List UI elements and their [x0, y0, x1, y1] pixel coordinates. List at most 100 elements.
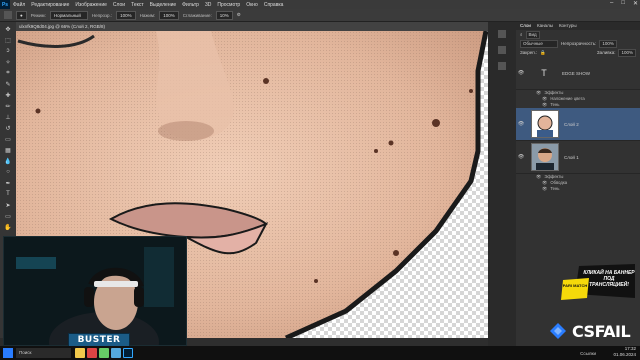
clock-date: 01.06.2024: [613, 352, 636, 357]
promo-banner[interactable]: PARI MATCH КЛИКАЙ НА БАННЕР ПОД ТРАНСЛЯЦ…: [545, 264, 635, 314]
layer-name: Слой 1: [564, 154, 579, 160]
document-tab[interactable]: ulxnfk9Q8d04.jpg @ 66% (Слой 2, RGB/8): [16, 22, 488, 31]
webcam-overlay: [3, 236, 187, 346]
photoshop-logo: Ps: [0, 0, 10, 9]
visibility-eye-icon[interactable]: 👁: [516, 121, 526, 127]
history-icon[interactable]: [498, 30, 506, 38]
eyedropper-icon[interactable]: ✎: [4, 80, 12, 88]
layer-thumbnail: [531, 110, 559, 138]
path-select-icon[interactable]: ➤: [4, 201, 12, 209]
menu-window[interactable]: Окно: [243, 2, 261, 8]
dodge-tool-icon[interactable]: ○: [4, 168, 12, 176]
layer-thumbnail: [531, 143, 559, 171]
visibility-eye-icon[interactable]: 👁: [516, 154, 526, 160]
search-box[interactable]: Поиск: [16, 348, 71, 358]
stamp-tool-icon[interactable]: ⊥: [4, 113, 12, 121]
brush-tool-icon[interactable]: ✏: [4, 102, 12, 110]
sponsor-name: CSFAIL: [572, 321, 631, 341]
browser-icon[interactable]: [87, 348, 97, 358]
blend-mode-select[interactable]: Обычные: [520, 39, 558, 48]
eraser-icon[interactable]: ▭: [4, 135, 12, 143]
properties-icon[interactable]: [498, 46, 506, 54]
layer-name: EDGE SHOW: [562, 70, 591, 76]
options-bar: ● Режим: Нормальный Непрозр.: 100% Нажим…: [0, 9, 640, 22]
tab-channels[interactable]: Каналы: [537, 22, 553, 30]
layer-opacity-field[interactable]: 100%: [599, 39, 617, 48]
menu-bar: Ps Файл Редактирование Изображение Слои …: [0, 0, 640, 9]
pen-tool-icon[interactable]: ✒: [4, 179, 12, 187]
fill-label: Заливка:: [596, 50, 616, 55]
layer-filter-row: ⌕ Вид: [516, 30, 640, 39]
hand-tool-icon[interactable]: ✋: [4, 223, 12, 231]
lock-icon[interactable]: 🔒: [540, 50, 546, 56]
layer-row[interactable]: 👁 Слой 1: [516, 141, 640, 174]
mode-label: Режим:: [30, 12, 46, 18]
move-tool-icon[interactable]: ✥: [4, 25, 12, 33]
lasso-tool-icon[interactable]: ↄ: [4, 47, 12, 55]
window-controls: – □ ✕: [610, 0, 638, 7]
promo-text: КЛИКАЙ НА БАННЕР ПОД ТРАНСЛЯЦИЕЙ!: [583, 270, 635, 288]
layer-opacity-label: Непрозрачность:: [561, 41, 597, 46]
panel-tabs: Слои Каналы Контуры: [516, 22, 640, 30]
flow-field[interactable]: 100%: [159, 10, 179, 20]
layer-kind-filter[interactable]: Вид: [525, 30, 540, 39]
healing-brush-icon[interactable]: ✚: [4, 91, 12, 99]
settings-icon[interactable]: ⚙: [237, 12, 241, 18]
blend-row: Обычные Непрозрачность: 100%: [516, 39, 640, 48]
search-icon[interactable]: ⌕: [520, 32, 523, 37]
minimize-icon[interactable]: –: [610, 0, 613, 7]
opacity-label: Непрозр.:: [91, 12, 113, 18]
marquee-tool-icon[interactable]: ⬚: [4, 36, 12, 44]
lock-label: Закреп.:: [520, 50, 538, 55]
close-icon[interactable]: ✕: [633, 0, 638, 7]
windows-start-icon[interactable]: [3, 348, 13, 358]
effect-item[interactable]: 👁 Тень: [516, 186, 640, 192]
layer-row-text[interactable]: 👁 T EDGE SHOW: [516, 57, 640, 90]
menu-filter[interactable]: Фильтр: [179, 2, 202, 8]
blur-tool-icon[interactable]: 💧: [4, 157, 12, 165]
gradient-icon[interactable]: ▦: [4, 146, 12, 154]
effects-icon: 👁: [536, 90, 542, 95]
type-tool-icon[interactable]: T: [4, 190, 12, 198]
brush-tool-icon[interactable]: [4, 11, 12, 19]
smooth-label: Сглаживание:: [182, 12, 212, 18]
menu-help[interactable]: Справка: [261, 2, 287, 8]
mode-select[interactable]: Нормальный: [49, 10, 88, 20]
smooth-field[interactable]: 10%: [215, 10, 233, 20]
menu-layers[interactable]: Слои: [110, 2, 128, 8]
taskbar: Поиск Ссылки: [0, 346, 640, 360]
brush-preset-picker[interactable]: ●: [16, 10, 27, 20]
menu-edit[interactable]: Редактирование: [28, 2, 72, 8]
menu-image[interactable]: Изображение: [72, 2, 110, 8]
photoshop-taskbar-icon[interactable]: [123, 348, 133, 358]
system-clock[interactable]: 17:32 01.06.2024: [613, 346, 636, 360]
maximize-icon[interactable]: □: [621, 0, 625, 7]
lock-row: Закреп.: 🔒 Заливка: 100%: [516, 48, 640, 57]
history-brush-icon[interactable]: ↺: [4, 124, 12, 132]
text-layer-icon: T: [541, 68, 547, 78]
app-icon[interactable]: [111, 348, 121, 358]
panel-dock-icons: [488, 22, 516, 346]
explorer-icon[interactable]: [75, 348, 85, 358]
menu-select[interactable]: Выделение: [147, 2, 180, 8]
menu-text[interactable]: Текст: [128, 2, 147, 8]
menu-3d[interactable]: 3D: [202, 2, 214, 8]
adjustments-icon[interactable]: [498, 62, 506, 70]
layer-name: Слой 2: [564, 121, 579, 127]
fill-field[interactable]: 100%: [618, 48, 636, 57]
magic-wand-icon[interactable]: ✧: [4, 58, 12, 66]
layer-row-selected[interactable]: 👁 Слой 2: [516, 108, 640, 141]
menu-view[interactable]: Просмотр: [214, 2, 243, 8]
menu-file[interactable]: Файл: [10, 2, 28, 8]
crop-tool-icon[interactable]: ⌗: [4, 69, 12, 77]
csfail-logo-icon: [550, 323, 566, 339]
tab-paths[interactable]: Контуры: [559, 22, 577, 30]
links-toolbar[interactable]: Ссылки: [580, 351, 596, 356]
visibility-eye-icon[interactable]: 👁: [516, 70, 526, 76]
opacity-field[interactable]: 100%: [116, 10, 136, 20]
shape-tool-icon[interactable]: ▭: [4, 212, 12, 220]
tab-layers[interactable]: Слои: [520, 22, 531, 30]
streamer-video: [4, 237, 186, 345]
streamer-name-badge: BUSTER: [68, 333, 130, 347]
app-icon[interactable]: [99, 348, 109, 358]
